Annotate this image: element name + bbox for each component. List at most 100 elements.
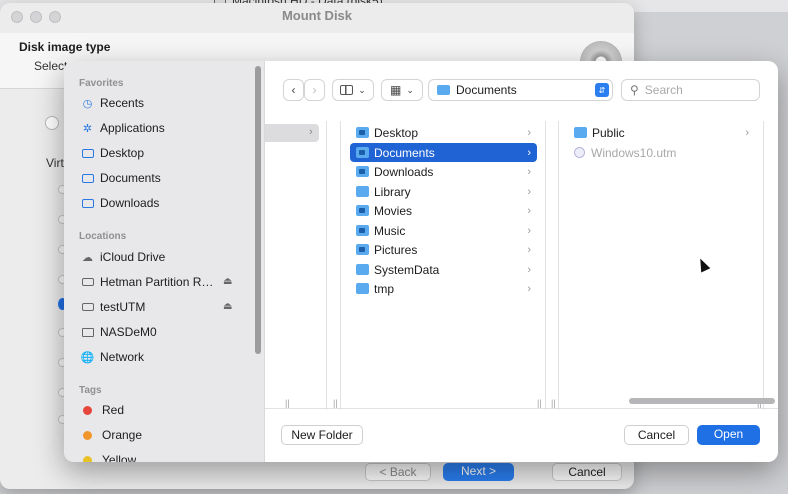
list-item-tmp[interactable]: tmp › [350,279,537,298]
favorites-heading: Favorites [79,78,124,89]
list-item-downloads[interactable]: Downloads › [350,162,537,181]
folder-icon [81,172,94,185]
chevron-right-icon: › [527,204,531,217]
list-item-pictures[interactable]: Pictures › [350,240,537,259]
sidebar-item-network[interactable]: 🌐 Network [81,347,251,367]
folder-icon [437,85,450,95]
column-home: Desktop › Documents › Downloads › Library › … [333,121,546,410]
folder-icon [356,205,369,216]
utm-file-icon [574,147,585,158]
folder-icon [356,127,369,138]
drive-icon [81,301,94,314]
sidebar-item-desktop[interactable]: Desktop [81,143,251,163]
column-resize-handle[interactable]: || [537,398,542,408]
sidebar: Favorites ◷ Recents ✲ Applications Deskt… [64,61,265,462]
sidebar-item-icloud[interactable]: ☁ iCloud Drive [81,247,251,267]
cloud-icon: ☁ [82,251,93,264]
header-title: Disk image type [19,40,111,54]
back-button[interactable]: < Back [365,463,431,481]
updown-arrow-icon: ⇵ [595,83,609,97]
tag-dot-icon [83,455,92,462]
sidebar-item-applications[interactable]: ✲ Applications [81,118,251,138]
locations-heading: Locations [79,231,127,242]
chevron-right-icon: › [745,126,749,139]
folder-icon [356,186,369,197]
chevron-left-icon: ‹ [291,83,296,97]
folder-icon [356,264,369,275]
list-item-documents[interactable]: Documents › [350,143,537,162]
globe-icon: 🌐 [80,351,95,364]
column-documents: Public› Windows10.utm || || [551,121,764,410]
search-icon: ⚲ [630,83,639,97]
chevron-right-icon: › [527,263,531,276]
path-label: Documents [456,83,517,97]
back-nav-button[interactable]: ‹ [283,79,304,101]
group-button[interactable]: ▦ ⌄ [381,79,423,101]
list-item-public[interactable]: Public › [568,123,755,142]
view-columns-button[interactable]: ⌄ [332,79,374,101]
folder-icon [356,147,369,158]
list-item-music[interactable]: Music › [350,221,537,240]
sidebar-item-tag-yellow[interactable]: Yellow [81,450,251,462]
list-item-desktop[interactable]: Desktop › [350,123,537,142]
sidebar-item-nasdem0[interactable]: NASDeM0 [81,322,251,342]
eject-icon[interactable]: ⏏ [223,276,232,287]
chevron-right-icon: › [309,126,313,138]
folder-icon [81,197,94,210]
tags-heading: Tags [79,385,102,396]
list-item-windows10-utm[interactable]: Windows10.utm [568,143,755,162]
tag-dot-icon [83,405,92,415]
tag-dot-icon [83,430,92,440]
chevron-right-icon: › [312,83,317,97]
column-resize-handle[interactable]: || [285,398,290,408]
drive-icon [81,276,94,289]
folder-icon [356,166,369,177]
divider [265,408,778,409]
chevron-down-icon: ⌄ [406,84,414,95]
chevron-right-icon: › [527,146,531,159]
forward-nav-button[interactable]: › [304,79,325,101]
sidebar-item-tag-red[interactable]: Red [81,400,251,420]
display-icon [81,326,94,339]
clock-icon: ◷ [82,97,93,110]
chevron-right-icon: › [527,224,531,237]
sidebar-scrollbar[interactable] [255,66,261,354]
cancel-button[interactable]: Cancel [552,463,622,481]
radio-button[interactable] [45,116,59,130]
chevron-right-icon: › [527,126,531,139]
list-item-systemdata[interactable]: SystemData › [350,260,537,279]
open-button[interactable]: Open [697,425,760,445]
search-field[interactable]: ⚲ Search [621,79,760,101]
open-dialog: Favorites ◷ Recents ✲ Applications Deskt… [64,61,778,462]
new-folder-button[interactable]: New Folder [281,425,363,445]
folder-icon [81,147,94,160]
folder-icon [356,225,369,236]
sidebar-item-downloads[interactable]: Downloads [81,193,251,213]
search-placeholder: Search [644,83,683,97]
chevron-right-icon: › [527,185,531,198]
window-title: Mount Disk [281,8,353,23]
column-parent: › || [265,121,327,410]
virt-label: Virt [46,156,64,170]
horizontal-scrollbar[interactable] [629,398,775,404]
folder-icon [574,127,587,138]
sidebar-item-recents[interactable]: ◷ Recents [81,93,251,113]
column-resize-handle[interactable]: || [333,398,338,408]
sidebar-item-documents[interactable]: Documents [81,168,251,188]
list-item-movies[interactable]: Movies › [350,201,537,220]
chevron-down-icon: ⌄ [358,84,366,95]
chevron-right-icon: › [527,165,531,178]
folder-icon [356,283,369,294]
list-item-library[interactable]: Library › [350,182,537,201]
folder-icon [356,244,369,255]
next-button[interactable]: Next > [443,463,514,481]
sidebar-item-tag-orange[interactable]: Orange [81,425,251,445]
cancel-button[interactable]: Cancel [624,425,689,445]
column-resize-handle[interactable]: || [551,398,556,408]
path-popup[interactable]: Documents ⇵ [428,79,613,101]
applications-icon: ✲ [82,122,93,135]
eject-icon[interactable]: ⏏ [223,301,232,312]
chevron-right-icon: › [527,243,531,256]
grid-icon: ▦ [390,83,402,97]
chevron-right-icon: › [527,282,531,295]
